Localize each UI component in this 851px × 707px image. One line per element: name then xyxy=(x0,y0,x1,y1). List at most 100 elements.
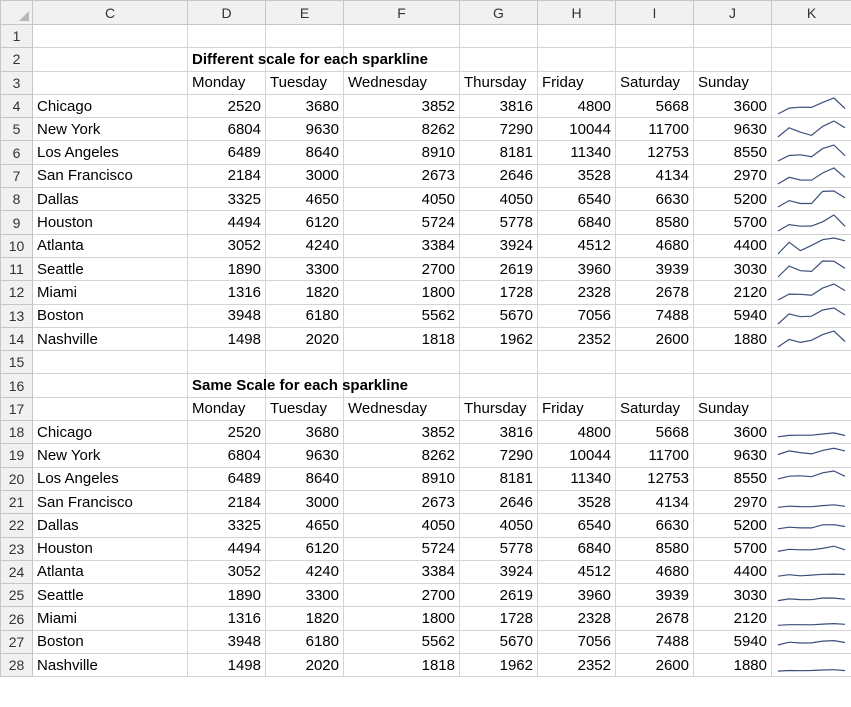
value-cell[interactable]: 4680 xyxy=(615,233,694,258)
value-cell[interactable]: 2700 xyxy=(343,583,460,608)
value-cell[interactable]: 3960 xyxy=(537,256,616,282)
value-cell[interactable]: 11340 xyxy=(537,140,616,165)
cell[interactable] xyxy=(32,23,188,49)
row-header[interactable]: 9 xyxy=(0,210,33,235)
column-header-e[interactable]: E xyxy=(265,0,344,25)
value-cell[interactable]: 2646 xyxy=(459,489,538,515)
value-cell[interactable]: 11700 xyxy=(615,443,694,468)
value-cell[interactable]: 6180 xyxy=(265,629,344,655)
cell[interactable] xyxy=(693,47,772,72)
cell[interactable] xyxy=(771,47,851,72)
sparkline-cell[interactable] xyxy=(771,256,851,282)
value-cell[interactable]: 8580 xyxy=(615,210,694,235)
cell[interactable] xyxy=(187,350,266,375)
cell[interactable] xyxy=(459,47,538,72)
value-cell[interactable]: 3030 xyxy=(693,256,772,282)
value-cell[interactable]: 3960 xyxy=(537,583,616,608)
value-cell[interactable]: 6804 xyxy=(187,443,266,468)
value-cell[interactable]: 2678 xyxy=(615,280,694,305)
value-cell[interactable]: 2352 xyxy=(537,326,616,352)
value-cell[interactable]: 3384 xyxy=(343,559,460,585)
cell[interactable] xyxy=(32,373,188,398)
sparkline-cell[interactable] xyxy=(771,466,851,491)
cell[interactable] xyxy=(771,23,851,49)
value-cell[interactable]: 6489 xyxy=(187,140,266,165)
row-header[interactable]: 11 xyxy=(0,256,33,282)
value-cell[interactable]: 3528 xyxy=(537,163,616,189)
value-cell[interactable]: 10044 xyxy=(537,117,616,142)
cell[interactable] xyxy=(537,350,616,375)
cell[interactable] xyxy=(459,23,538,49)
value-cell[interactable]: 4650 xyxy=(265,187,344,212)
value-cell[interactable]: 1800 xyxy=(343,606,460,631)
row-header[interactable]: 21 xyxy=(0,489,33,515)
row-header[interactable]: 13 xyxy=(0,303,33,328)
value-cell[interactable]: 3924 xyxy=(459,233,538,258)
value-cell[interactable]: 5668 xyxy=(615,93,694,119)
value-cell[interactable]: 8181 xyxy=(459,466,538,491)
value-cell[interactable]: 5700 xyxy=(693,210,772,235)
cell[interactable] xyxy=(459,350,538,375)
cell[interactable] xyxy=(771,70,851,95)
value-cell[interactable]: 5778 xyxy=(459,536,538,561)
value-cell[interactable]: 4050 xyxy=(343,187,460,212)
value-cell[interactable]: 3600 xyxy=(693,93,772,119)
value-cell[interactable]: 1962 xyxy=(459,326,538,352)
value-cell[interactable]: 8181 xyxy=(459,140,538,165)
sparkline-cell[interactable] xyxy=(771,93,851,119)
row-header[interactable]: 18 xyxy=(0,420,33,445)
value-cell[interactable]: 4800 xyxy=(537,420,616,445)
value-cell[interactable]: 2120 xyxy=(693,606,772,631)
value-cell[interactable]: 7488 xyxy=(615,629,694,655)
value-cell[interactable]: 1890 xyxy=(187,256,266,282)
row-header[interactable]: 12 xyxy=(0,280,33,305)
cell[interactable] xyxy=(537,373,616,398)
value-cell[interactable]: 5200 xyxy=(693,513,772,538)
value-cell[interactable]: 2970 xyxy=(693,489,772,515)
value-cell[interactable]: 2673 xyxy=(343,163,460,189)
value-cell[interactable]: 4050 xyxy=(343,513,460,538)
sparkline-cell[interactable] xyxy=(771,536,851,561)
cell[interactable] xyxy=(615,47,694,72)
value-cell[interactable]: 5700 xyxy=(693,536,772,561)
value-cell[interactable]: 3325 xyxy=(187,187,266,212)
value-cell[interactable]: 4240 xyxy=(265,233,344,258)
value-cell[interactable]: 5670 xyxy=(459,303,538,328)
value-cell[interactable]: 6840 xyxy=(537,210,616,235)
column-header-c[interactable]: C xyxy=(32,0,188,25)
row-header[interactable]: 20 xyxy=(0,466,33,491)
value-cell[interactable]: 8262 xyxy=(343,117,460,142)
value-cell[interactable]: 4800 xyxy=(537,93,616,119)
value-cell[interactable]: 4512 xyxy=(537,233,616,258)
value-cell[interactable]: 9630 xyxy=(693,117,772,142)
value-cell[interactable]: 2184 xyxy=(187,489,266,515)
value-cell[interactable]: 3000 xyxy=(265,163,344,189)
value-cell[interactable]: 9630 xyxy=(265,443,344,468)
row-header[interactable]: 7 xyxy=(0,163,33,189)
value-cell[interactable]: 8640 xyxy=(265,140,344,165)
cell[interactable] xyxy=(771,350,851,375)
column-header-k[interactable]: K xyxy=(771,0,851,25)
value-cell[interactable]: 3325 xyxy=(187,513,266,538)
value-cell[interactable]: 3030 xyxy=(693,583,772,608)
row-header[interactable]: 2 xyxy=(0,47,33,72)
value-cell[interactable]: 3939 xyxy=(615,583,694,608)
value-cell[interactable]: 4050 xyxy=(459,513,538,538)
sparkline-cell[interactable] xyxy=(771,280,851,305)
value-cell[interactable]: 5940 xyxy=(693,629,772,655)
row-header[interactable]: 8 xyxy=(0,187,33,212)
value-cell[interactable]: 4400 xyxy=(693,233,772,258)
value-cell[interactable]: 3852 xyxy=(343,93,460,119)
value-cell[interactable]: 2352 xyxy=(537,653,616,678)
value-cell[interactable]: 4400 xyxy=(693,559,772,585)
sparkline-cell[interactable] xyxy=(771,303,851,328)
value-cell[interactable]: 7056 xyxy=(537,303,616,328)
column-header-d[interactable]: D xyxy=(187,0,266,25)
sparkline-cell[interactable] xyxy=(771,210,851,235)
value-cell[interactable]: 11700 xyxy=(615,117,694,142)
row-header[interactable]: 14 xyxy=(0,326,33,352)
value-cell[interactable]: 4134 xyxy=(615,489,694,515)
value-cell[interactable]: 4134 xyxy=(615,163,694,189)
value-cell[interactable]: 2328 xyxy=(537,280,616,305)
sparkline-cell[interactable] xyxy=(771,163,851,189)
